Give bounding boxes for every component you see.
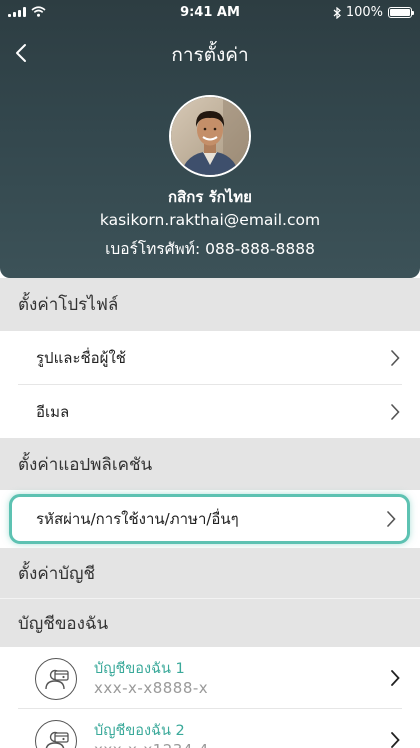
password-usage-language-label: รหัสผ่าน/การใช้งาน/ภาษา/อื่นๆ	[36, 510, 239, 528]
account-number: xxx-x-x1234-4	[94, 741, 209, 748]
user-phone: เบอร์โทรศัพท์: 088-888-8888	[105, 240, 315, 258]
account-name: บัญชีของฉัน 2	[94, 723, 185, 739]
email-label: อีเมล	[36, 402, 70, 421]
section-app-settings: ตั้งค่าแอปพลิเคชัน	[0, 438, 420, 490]
chevron-right-icon	[391, 670, 400, 686]
avatar[interactable]	[169, 95, 251, 177]
photo-and-username-item[interactable]: รูปและชื่อผู้ใช้	[0, 331, 420, 384]
user-email: kasikorn.rakthai@email.com	[99, 211, 321, 229]
chevron-right-icon	[391, 403, 400, 420]
page-title: การตั้งค่า	[171, 44, 249, 66]
section-my-accounts: บัญชีของฉัน	[0, 599, 420, 647]
bluetooth-icon	[333, 6, 341, 19]
battery-icon	[388, 7, 414, 18]
battery-percent: 100%	[345, 5, 383, 20]
profile-header: 9:41 AM 100% การตั้งค่า กสิกร รักไทย kas…	[0, 0, 420, 278]
section-profile-settings: ตั้งค่าโปรไฟล์	[0, 278, 420, 331]
photo-and-username-label: รูปและชื่อผู้ใช้	[36, 348, 126, 367]
email-item[interactable]: อีเมล	[0, 385, 420, 438]
section-account-settings: ตั้งค่าบัญชี	[0, 548, 420, 598]
account-card-icon	[35, 720, 77, 748]
chevron-right-icon	[387, 511, 396, 527]
chevron-right-icon	[391, 732, 400, 748]
account-card-icon	[35, 658, 77, 700]
account-item-2[interactable]: บัญชีของฉัน 2 xxx-x-x1234-4	[0, 709, 420, 748]
password-usage-language-item[interactable]: รหัสผ่าน/การใช้งาน/ภาษา/อื่นๆ	[9, 494, 410, 544]
account-name: บัญชีของฉัน 1	[94, 661, 185, 677]
user-name: กสิกร รักไทย	[168, 188, 252, 206]
account-number: xxx-x-x8888-x	[94, 679, 209, 697]
chevron-right-icon	[391, 349, 400, 366]
avatar-photo	[171, 97, 249, 175]
account-item-1[interactable]: บัญชีของฉัน 1 xxx-x-x8888-x	[0, 647, 420, 709]
status-right: 100%	[333, 5, 414, 20]
status-bar: 9:41 AM 100%	[0, 0, 420, 26]
